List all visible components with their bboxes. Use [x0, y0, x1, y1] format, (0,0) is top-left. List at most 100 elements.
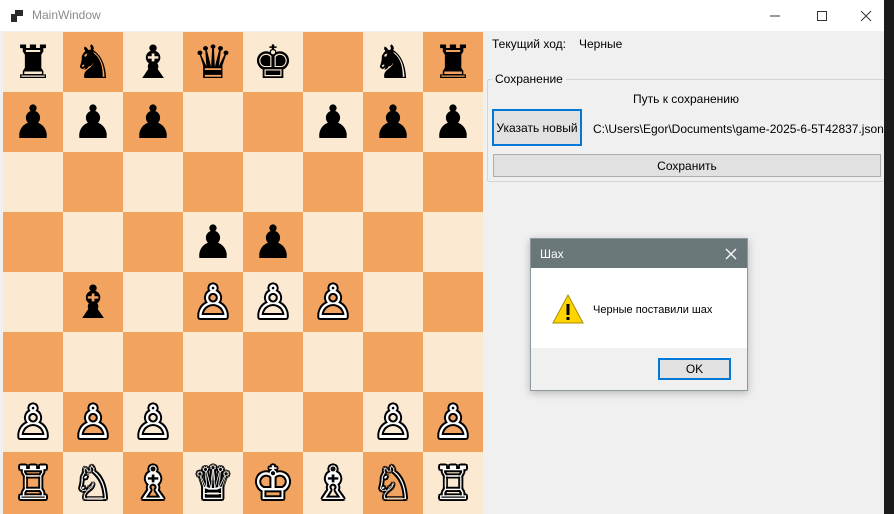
board-square[interactable] [243, 392, 303, 452]
chess-piece[interactable]: ♟ [192, 219, 233, 265]
board-square[interactable] [303, 332, 363, 392]
board-square[interactable] [243, 152, 303, 212]
board-square[interactable]: ♙ [363, 392, 423, 452]
choose-path-button[interactable]: Указать новый [492, 109, 582, 146]
board-square[interactable] [303, 32, 363, 92]
board-square[interactable] [123, 212, 183, 272]
chess-piece[interactable]: ♗ [132, 460, 173, 506]
chess-piece[interactable]: ♙ [132, 399, 173, 445]
board-square[interactable]: ♕ [183, 452, 243, 514]
board-square[interactable] [123, 272, 183, 332]
board-square[interactable] [3, 152, 63, 212]
board-square[interactable]: ♞ [63, 32, 123, 92]
board-square[interactable] [363, 152, 423, 212]
chess-piece[interactable]: ♟ [132, 99, 173, 145]
board-square[interactable]: ♔ [243, 452, 303, 514]
board-square[interactable] [303, 392, 363, 452]
minimize-button[interactable] [753, 0, 797, 31]
board-square[interactable] [183, 92, 243, 152]
chess-piece[interactable]: ♟ [312, 99, 353, 145]
board-square[interactable] [123, 152, 183, 212]
close-button[interactable] [844, 0, 888, 31]
chess-piece[interactable]: ♟ [72, 99, 113, 145]
board-square[interactable] [303, 152, 363, 212]
board-square[interactable]: ♙ [243, 272, 303, 332]
board-square[interactable]: ♟ [423, 92, 483, 152]
board-square[interactable]: ♙ [423, 392, 483, 452]
chess-piece[interactable]: ♙ [372, 399, 413, 445]
board-square[interactable] [183, 392, 243, 452]
board-square[interactable]: ♙ [63, 392, 123, 452]
board-square[interactable]: ♗ [123, 452, 183, 514]
board-square[interactable]: ♜ [423, 32, 483, 92]
ok-button[interactable]: OK [658, 358, 731, 380]
board-square[interactable]: ♞ [363, 32, 423, 92]
board-square[interactable] [243, 332, 303, 392]
board-square[interactable]: ♙ [303, 272, 363, 332]
board-square[interactable]: ♝ [123, 32, 183, 92]
board-square[interactable]: ♟ [363, 92, 423, 152]
board-square[interactable]: ♟ [3, 92, 63, 152]
chess-piece[interactable]: ♟ [12, 99, 53, 145]
board-square[interactable] [3, 272, 63, 332]
chess-piece[interactable]: ♔ [252, 460, 293, 506]
maximize-button[interactable] [800, 0, 844, 31]
board-square[interactable]: ♖ [3, 452, 63, 514]
board-square[interactable] [63, 332, 123, 392]
board-square[interactable]: ♟ [303, 92, 363, 152]
chess-piece[interactable]: ♜ [432, 39, 473, 85]
chess-piece[interactable]: ♖ [12, 460, 53, 506]
board-square[interactable] [423, 212, 483, 272]
board-square[interactable]: ♗ [303, 452, 363, 514]
board-square[interactable]: ♘ [363, 452, 423, 514]
board-square[interactable] [243, 92, 303, 152]
board-square[interactable] [423, 152, 483, 212]
chess-piece[interactable]: ♚ [252, 39, 293, 85]
save-button[interactable]: Сохранить [493, 154, 881, 177]
chess-piece[interactable]: ♟ [372, 99, 413, 145]
board-square[interactable]: ♟ [63, 92, 123, 152]
board-square[interactable] [423, 332, 483, 392]
chess-piece[interactable]: ♞ [372, 39, 413, 85]
board-square[interactable]: ♝ [63, 272, 123, 332]
board-square[interactable]: ♟ [243, 212, 303, 272]
chess-piece[interactable]: ♙ [12, 399, 53, 445]
board-square[interactable]: ♛ [183, 32, 243, 92]
chess-piece[interactable]: ♙ [252, 279, 293, 325]
chess-piece[interactable]: ♝ [72, 279, 113, 325]
board-square[interactable] [363, 212, 423, 272]
chess-piece[interactable]: ♖ [432, 460, 473, 506]
chess-piece[interactable]: ♙ [432, 399, 473, 445]
chess-piece[interactable]: ♟ [252, 219, 293, 265]
chess-piece[interactable]: ♙ [312, 279, 353, 325]
board-square[interactable] [123, 332, 183, 392]
board-square[interactable] [183, 332, 243, 392]
board-square[interactable]: ♜ [3, 32, 63, 92]
chess-piece[interactable]: ♕ [192, 460, 233, 506]
chess-piece[interactable]: ♙ [192, 279, 233, 325]
chess-piece[interactable]: ♛ [192, 39, 233, 85]
board-square[interactable]: ♚ [243, 32, 303, 92]
board-square[interactable]: ♖ [423, 452, 483, 514]
chess-piece[interactable]: ♘ [372, 460, 413, 506]
board-square[interactable]: ♙ [183, 272, 243, 332]
board-square[interactable]: ♟ [183, 212, 243, 272]
board-square[interactable] [3, 332, 63, 392]
chess-piece[interactable]: ♗ [312, 460, 353, 506]
chess-piece[interactable]: ♟ [432, 99, 473, 145]
board-square[interactable] [303, 212, 363, 272]
board-square[interactable]: ♘ [63, 452, 123, 514]
dialog-close-button[interactable] [721, 244, 741, 264]
chess-piece[interactable]: ♞ [72, 39, 113, 85]
board-square[interactable] [363, 272, 423, 332]
chess-piece[interactable]: ♝ [132, 39, 173, 85]
board-square[interactable] [3, 212, 63, 272]
board-square[interactable] [423, 272, 483, 332]
chess-piece[interactable]: ♜ [12, 39, 53, 85]
board-square[interactable] [183, 152, 243, 212]
board-square[interactable] [63, 212, 123, 272]
board-square[interactable]: ♙ [3, 392, 63, 452]
board-square[interactable] [63, 152, 123, 212]
chess-piece[interactable]: ♘ [72, 460, 113, 506]
chess-piece[interactable]: ♙ [72, 399, 113, 445]
